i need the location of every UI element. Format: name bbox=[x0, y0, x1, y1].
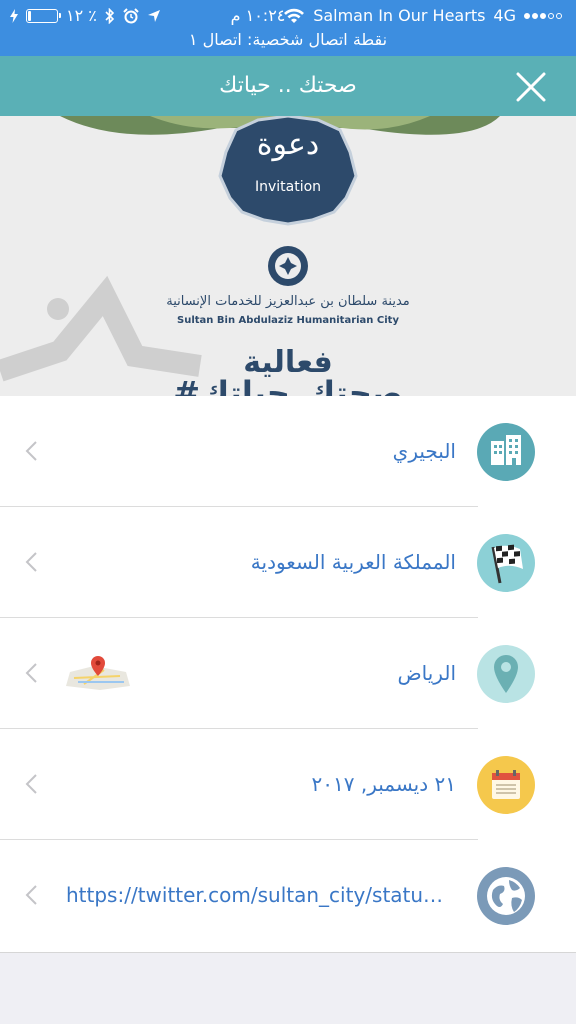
checkered-flag-icon bbox=[477, 534, 535, 592]
country-label: المملكة العربية السعودية bbox=[250, 550, 456, 574]
calendar-icon bbox=[477, 756, 535, 814]
svg-text:دعوة: دعوة bbox=[257, 127, 319, 162]
map-thumbnail-icon[interactable] bbox=[64, 654, 132, 690]
globe-icon bbox=[477, 867, 535, 925]
hotspot-banner[interactable]: نقطة اتصال شخصية: اتصال ١ bbox=[0, 30, 576, 49]
detail-row-date[interactable]: ٢١ ديسمبر, ٢٠١٧ bbox=[0, 729, 576, 840]
svg-text:مدينة سلطان بن عبدالعزيز للخدم: مدينة سلطان بن عبدالعزيز للخدمات الإنسان… bbox=[166, 294, 410, 309]
detail-row-link[interactable]: https://twitter.com/sultan_city/statu… bbox=[0, 840, 576, 951]
detail-row-country[interactable]: المملكة العربية السعودية bbox=[0, 507, 576, 618]
chevron-left-icon bbox=[25, 441, 37, 461]
city-label: الرياض bbox=[397, 661, 456, 685]
list-bottom-divider bbox=[0, 952, 576, 953]
svg-text:Invitation: Invitation bbox=[255, 179, 321, 195]
chevron-left-icon bbox=[25, 552, 37, 572]
event-poster: دعوة Invitation مدينة سلطان بن عبدالعزيز… bbox=[0, 116, 576, 396]
date-label: ٢١ ديسمبر, ٢٠١٧ bbox=[311, 772, 456, 796]
screen: Salman In Our Hearts 4G ٪ ١٢ ١٠:٢٤ م نقط… bbox=[0, 0, 576, 1024]
chevron-left-icon bbox=[25, 885, 37, 905]
org-emblem-icon bbox=[268, 246, 308, 286]
building-icon bbox=[477, 423, 535, 481]
status-bar: Salman In Our Hearts 4G ٪ ١٢ ١٠:٢٤ م نقط… bbox=[0, 0, 576, 56]
invitation-badge-icon: دعوة Invitation bbox=[218, 116, 358, 226]
map-pin-icon bbox=[477, 645, 535, 703]
chevron-left-icon bbox=[25, 663, 37, 683]
close-icon[interactable] bbox=[516, 72, 546, 102]
detail-row-venue[interactable]: البجيري bbox=[0, 396, 576, 507]
poster-artwork: دعوة Invitation مدينة سلطان بن عبدالعزيز… bbox=[0, 116, 500, 396]
chevron-left-icon bbox=[25, 774, 37, 794]
event-link[interactable]: https://twitter.com/sultan_city/statu… bbox=[66, 840, 456, 951]
nav-bar: صحتك .. حياتك bbox=[0, 56, 576, 116]
page-title: صحتك .. حياتك bbox=[219, 73, 357, 98]
venue-label: البجيري bbox=[392, 439, 456, 463]
detail-row-city[interactable]: الرياض bbox=[0, 618, 576, 729]
svg-text:Sultan Bin Abdulaziz Humanitar: Sultan Bin Abdulaziz Humanitarian City bbox=[177, 315, 399, 326]
clock: ١٠:٢٤ م bbox=[230, 6, 286, 25]
svg-text:#صحتك_حياتك: #صحتك_حياتك bbox=[173, 374, 403, 396]
event-details-list: البجيري المملكة العربية السعودية الرياض … bbox=[0, 396, 576, 952]
